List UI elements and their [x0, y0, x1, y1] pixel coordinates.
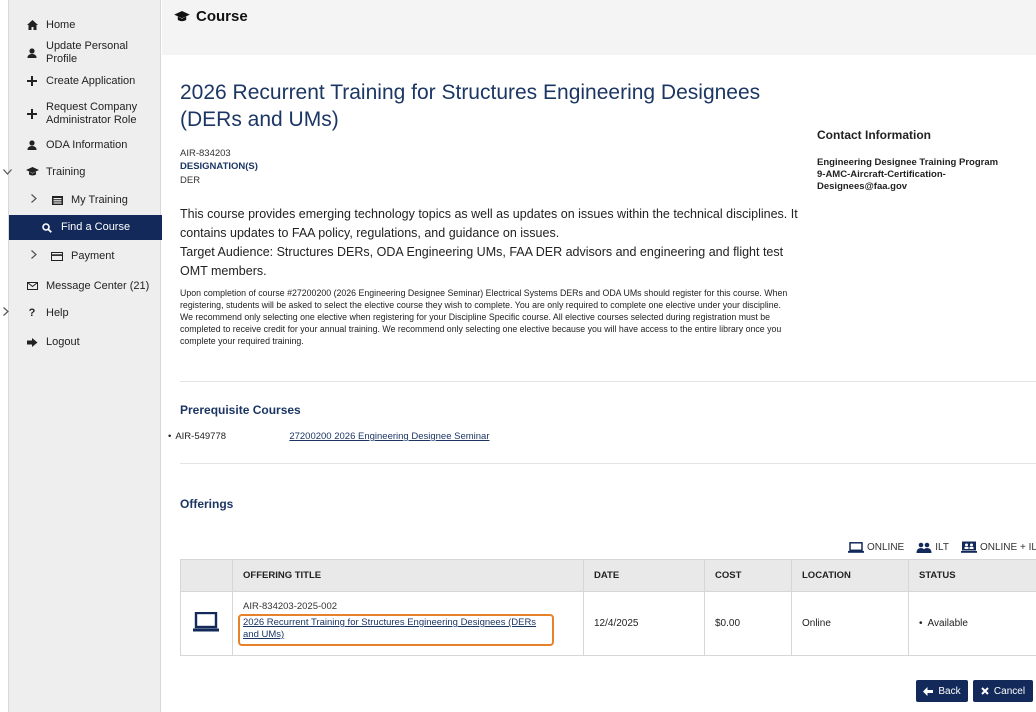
user-icon — [24, 140, 40, 150]
online-classroom-icon — [960, 541, 980, 553]
user-icon — [24, 48, 40, 58]
sidebar-item-label: Request Company Administrator Role — [46, 101, 138, 126]
offering-title-link[interactable]: 2026 Recurrent Training for Structures E… — [243, 617, 536, 640]
arrow-left-icon — [923, 686, 934, 696]
sidebar-item-find-a-course[interactable]: Find a Course — [9, 215, 162, 240]
chevron-down-icon — [3, 166, 12, 178]
designations-label: DESIGNATION(S) — [180, 161, 258, 172]
legend-online-ilt: ONLINE + ILT — [960, 541, 1036, 553]
table-header-row: OFFERING TITLE DATE COST LOCATION STATUS — [180, 559, 1036, 592]
list-icon — [49, 195, 65, 205]
search-icon — [39, 222, 55, 233]
question-icon: ? — [28, 307, 36, 319]
sidebar-item-label: Create Application — [46, 74, 136, 87]
back-button[interactable]: Back — [916, 680, 968, 702]
chevron-right-icon — [31, 250, 37, 262]
legend-ilt: ILT — [916, 542, 949, 553]
plus-icon — [24, 76, 40, 86]
column-header-type — [180, 559, 233, 592]
sidebar-item-label: Payment — [71, 249, 115, 262]
column-header-date: DATE — [583, 559, 705, 592]
credit-card-icon — [49, 251, 65, 261]
chevron-right-icon — [31, 194, 37, 206]
legend-online: ONLINE — [848, 542, 904, 553]
sidebar-item-label: Update Personal Profile — [46, 40, 128, 65]
column-header-title: OFFERING TITLE — [232, 559, 584, 592]
home-icon — [24, 20, 40, 30]
course-description-text: This course provides emerging technology… — [180, 207, 798, 240]
offering-id: AIR-834203-2025-002 — [243, 601, 338, 612]
close-icon — [981, 687, 989, 695]
course-id: AIR-834203 — [180, 148, 231, 159]
sidebar-item-label: Help — [46, 306, 69, 319]
graduation-cap-icon — [174, 10, 190, 23]
column-header-cost: COST — [704, 559, 792, 592]
sidebar-item-message-center[interactable]: Message Center (21) — [9, 278, 162, 294]
plus-icon — [24, 109, 40, 119]
prerequisites-heading: Prerequisite Courses — [180, 403, 301, 417]
sidebar-item-label: Logout — [46, 335, 80, 348]
graduation-cap-icon — [24, 167, 40, 177]
course-title: 2026 Recurrent Training for Structures E… — [180, 81, 761, 131]
sidebar-item-label: Training — [46, 165, 86, 178]
sidebar-item-help[interactable]: ? Help — [3, 305, 162, 321]
laptop-icon — [193, 612, 219, 632]
bullet: • — [919, 618, 923, 629]
offering-type-legend: ONLINE ILT ONLINE + ILT — [848, 541, 1036, 553]
course-target-audience: Target Audience: Structures DERs, ODA En… — [180, 245, 784, 278]
course-description: This course provides emerging technology… — [180, 205, 800, 281]
offering-date: 12/4/2025 — [583, 591, 705, 656]
offering-status-cell: • Available — [908, 591, 1036, 656]
sidebar-item-my-training[interactable]: My Training — [9, 192, 162, 208]
prerequisite-id: AIR-549778 — [175, 431, 227, 442]
sidebar-item-oda-information[interactable]: ODA Information — [9, 137, 162, 153]
sidebar-item-payment[interactable]: Payment — [9, 248, 162, 264]
header-title-text: Course — [196, 8, 248, 25]
course-registration-note: Upon completion of course #27200200 (202… — [180, 288, 788, 346]
offering-title-cell: AIR-834203-2025-002 2026 Recurrent Train… — [232, 591, 584, 656]
contact-email: 9-AMC-Aircraft-Certification-Designees@f… — [817, 169, 946, 192]
offering-location: Online — [791, 591, 909, 656]
sidebar-item-update-profile[interactable]: Update Personal Profile — [9, 40, 162, 65]
designation-value: DER — [180, 175, 201, 186]
offerings-table: OFFERING TITLE DATE COST LOCATION STATUS… — [180, 559, 1036, 656]
contact-heading: Contact Information — [817, 128, 931, 142]
offering-status: Available — [927, 618, 968, 629]
prerequisite-course-link[interactable]: 27200200 2026 Engineering Designee Semin… — [289, 431, 489, 442]
column-header-status: STATUS — [908, 559, 1036, 592]
sidebar-item-label: Home — [46, 18, 76, 31]
laptop-icon — [848, 541, 867, 553]
divider — [180, 381, 1036, 382]
bullet: • — [168, 431, 172, 442]
sidebar-item-create-application[interactable]: Create Application — [9, 73, 162, 89]
divider — [180, 463, 1036, 464]
offering-type-cell — [180, 591, 233, 656]
sidebar-item-label: ODA Information — [46, 138, 128, 151]
page-header-title: Course — [174, 8, 248, 25]
cancel-button[interactable]: Cancel — [973, 680, 1033, 702]
sidebar: Home Update Personal Profile Create Appl… — [3, 0, 162, 712]
sidebar-item-training[interactable]: Training — [3, 164, 162, 180]
offering-title-highlight: 2026 Recurrent Training for Structures E… — [238, 614, 554, 646]
users-icon — [916, 542, 935, 553]
offerings-heading: Offerings — [180, 497, 234, 511]
sign-out-icon — [24, 337, 40, 347]
chevron-right-icon — [3, 307, 9, 319]
sidebar-item-label: My Training — [71, 193, 128, 206]
sidebar-item-logout[interactable]: Logout — [9, 334, 162, 350]
contact-info: Engineering Designee Training Program 9-… — [817, 157, 1036, 193]
sidebar-item-label: Find a Course — [61, 221, 131, 233]
sidebar-item-request-admin-role[interactable]: Request Company Administrator Role — [9, 100, 162, 128]
page-header: Course — [162, 0, 1036, 55]
sidebar-item-label: Message Center (21) — [46, 279, 150, 292]
offering-cost: $0.00 — [704, 591, 792, 656]
prerequisite-item: • AIR-549778 27200200 2026 Engineering D… — [168, 431, 490, 442]
envelope-icon — [24, 282, 40, 290]
contact-name: Engineering Designee Training Program — [817, 157, 999, 168]
table-row: AIR-834203-2025-002 2026 Recurrent Train… — [180, 591, 1036, 656]
column-header-location: LOCATION — [791, 559, 909, 592]
sidebar-item-home[interactable]: Home — [9, 17, 162, 33]
